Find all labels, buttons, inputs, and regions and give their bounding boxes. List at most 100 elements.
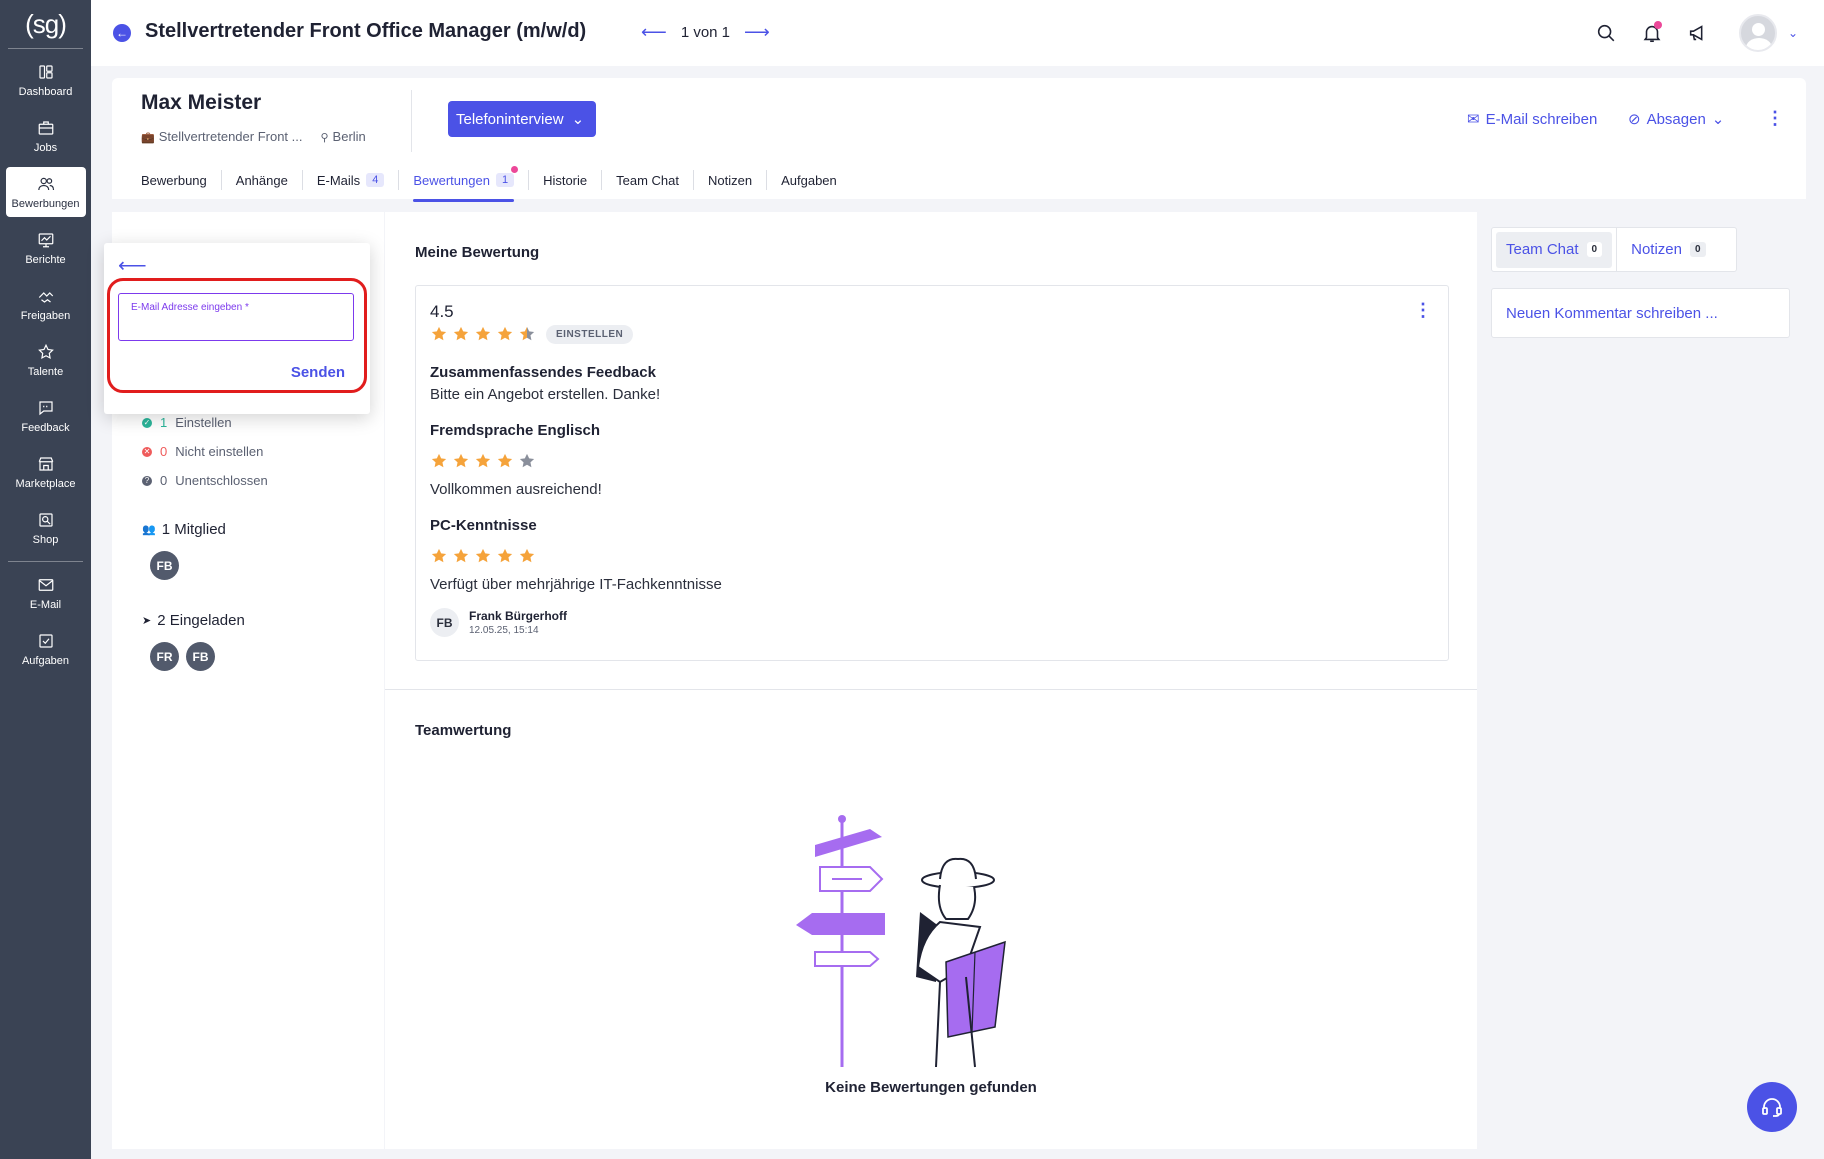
- store-icon: [38, 456, 53, 471]
- sidebar-item-shop[interactable]: Shop: [6, 503, 86, 553]
- previous-arrow-icon[interactable]: ⟵: [641, 22, 667, 43]
- sidebar-item-berichte[interactable]: Berichte: [6, 223, 86, 273]
- mail-icon: [38, 578, 53, 591]
- sidebar-item-freigaben[interactable]: Freigaben: [6, 279, 86, 329]
- top-bar: ← Stellvertretender Front Office Manager…: [91, 0, 1824, 66]
- stat-label: Einstellen: [175, 415, 232, 430]
- criterion-stars: [430, 452, 536, 470]
- candidate-tabs: Bewerbung Anhänge E-Mails 4 Bewertungen 1 …: [141, 161, 851, 202]
- support-button[interactable]: [1747, 1082, 1797, 1132]
- author-date: 12.05.25, 15:14: [469, 625, 539, 636]
- sidebar-item-feedback[interactable]: Feedback: [6, 391, 86, 441]
- star-icon: [453, 326, 469, 341]
- summary-feedback-title: Zusammenfassendes Feedback: [430, 364, 656, 381]
- stat-label: Nicht einstellen: [175, 444, 264, 459]
- reject-button[interactable]: ⊘ Absagen ⌄: [1628, 110, 1725, 129]
- tab-team-chat[interactable]: Team Chat: [601, 170, 693, 190]
- star-icon: [475, 453, 491, 468]
- section-divider: [385, 689, 1477, 690]
- stat-count: 1: [160, 415, 168, 430]
- tab-anhaenge[interactable]: Anhänge: [220, 170, 302, 190]
- members-heading: 👥 1 Mitglied: [142, 521, 226, 538]
- empty-state-illustration: [796, 815, 1006, 1068]
- criterion-stars: [430, 547, 536, 565]
- ratings-main-panel: Meine Bewertung 4.5 EINSTELLEN ⋮ Zusamme…: [385, 212, 1477, 1149]
- email-field[interactable]: E-Mail Adresse eingeben *: [118, 293, 354, 341]
- star-icon: [37, 343, 54, 359]
- email-input[interactable]: [130, 318, 342, 333]
- users-icon: [37, 177, 54, 190]
- block-icon: ⊘: [1628, 111, 1641, 128]
- candidate-meta: 💼 Stellvertretender Front ... ⚲ Berlin: [141, 129, 366, 144]
- tab-bewerbung[interactable]: Bewerbung: [141, 170, 221, 190]
- criterion-comment: Vollkommen ausreichend!: [430, 481, 602, 498]
- task-icon: [38, 633, 53, 648]
- user-avatar[interactable]: [1739, 14, 1777, 52]
- sidebar: (sg) Dashboard Jobs Bewerbungen Berichte…: [0, 0, 91, 1159]
- tab-notizen-side[interactable]: Notizen 0: [1621, 232, 1715, 268]
- sidebar-item-marketplace[interactable]: Marketplace: [6, 447, 86, 497]
- tab-aufgaben[interactable]: Aufgaben: [766, 170, 851, 190]
- tab-historie[interactable]: Historie: [528, 170, 601, 190]
- star-icon: [475, 548, 491, 563]
- star-icon: [431, 326, 447, 341]
- send-button[interactable]: Senden: [291, 364, 345, 381]
- star-icon: [475, 326, 491, 341]
- sidebar-item-bewerbungen[interactable]: Bewerbungen: [5, 167, 86, 217]
- avatar[interactable]: FB: [150, 551, 179, 580]
- star-icon: [431, 453, 447, 468]
- tab-label: Aufgaben: [781, 172, 837, 188]
- sidebar-item-aufgaben[interactable]: Aufgaben: [6, 624, 86, 674]
- app-logo[interactable]: (sg): [0, 0, 91, 48]
- invite-popup: ⟵ E-Mail Adresse eingeben * Senden: [104, 243, 370, 414]
- sidebar-divider: [8, 48, 83, 49]
- bell-icon[interactable]: [1641, 21, 1663, 44]
- chevron-down-icon[interactable]: ⌄: [1788, 26, 1798, 40]
- stat-nicht-einstellen: ✕ 0 Nicht einstellen: [142, 444, 263, 459]
- sidebar-item-label: Shop: [32, 533, 59, 546]
- star-icon: [497, 453, 513, 468]
- sidebar-item-label: Feedback: [21, 421, 70, 434]
- sidebar-item-dashboard[interactable]: Dashboard: [6, 55, 86, 105]
- tab-bewertungen[interactable]: Bewertungen 1: [398, 166, 528, 202]
- question-icon: ?: [142, 475, 152, 486]
- sidebar-item-label: Freigaben: [20, 309, 71, 322]
- back-arrow-icon[interactable]: ⟵: [118, 253, 147, 278]
- more-options-icon[interactable]: ⋮: [1414, 300, 1432, 321]
- avatar[interactable]: FR: [150, 642, 179, 671]
- rating-card: 4.5 EINSTELLEN ⋮ Zusammenfassendes Feedb…: [415, 285, 1449, 661]
- megaphone-icon[interactable]: [1687, 22, 1709, 44]
- back-icon[interactable]: ←: [113, 24, 131, 42]
- next-arrow-icon[interactable]: ⟶: [744, 22, 770, 43]
- send-icon: ➤: [142, 615, 152, 627]
- sidebar-item-label: Marketplace: [15, 477, 76, 490]
- sidebar-item-label: Bewerbungen: [11, 197, 80, 210]
- mail-icon: ✉: [1467, 111, 1480, 128]
- members-list: FB: [150, 551, 179, 580]
- more-options-icon[interactable]: ⋮: [1766, 108, 1784, 129]
- overall-stars: [430, 325, 536, 343]
- tab-label: E-Mails: [316, 172, 361, 188]
- notification-dot: [511, 166, 519, 173]
- tab-badge: 1: [495, 173, 515, 187]
- new-comment-input[interactable]: Neuen Kommentar schreiben ...: [1491, 288, 1790, 338]
- search-icon[interactable]: [1595, 22, 1617, 44]
- sidebar-item-jobs[interactable]: Jobs: [6, 111, 86, 161]
- tab-label: Bewertungen: [413, 172, 490, 188]
- pager: ⟵ 1 von 1 ⟶: [641, 22, 770, 43]
- email-field-label: E-Mail Adresse eingeben *: [131, 302, 249, 313]
- avatar[interactable]: FB: [186, 642, 215, 671]
- write-email-button[interactable]: ✉ E-Mail schreiben: [1467, 110, 1597, 129]
- stage-dropdown-button[interactable]: Telefoninterview ⌄: [448, 101, 597, 137]
- tab-label: Anhänge: [235, 172, 288, 188]
- members-label: 1 Mitglied: [161, 521, 226, 538]
- sidebar-item-talente[interactable]: Talente: [6, 335, 86, 385]
- chevron-down-icon: ⌄: [1711, 111, 1725, 128]
- tab-notizen[interactable]: Notizen: [693, 170, 766, 190]
- tab-team-chat-side[interactable]: Team Chat 0: [1496, 231, 1613, 268]
- tab-emails[interactable]: E-Mails 4: [301, 170, 398, 190]
- candidate-job-text: Stellvertretender Front ...: [158, 129, 303, 144]
- sidebar-item-email[interactable]: E-Mail: [6, 568, 86, 618]
- invited-label: 2 Eingeladen: [157, 612, 245, 629]
- briefcase-icon: [38, 120, 53, 135]
